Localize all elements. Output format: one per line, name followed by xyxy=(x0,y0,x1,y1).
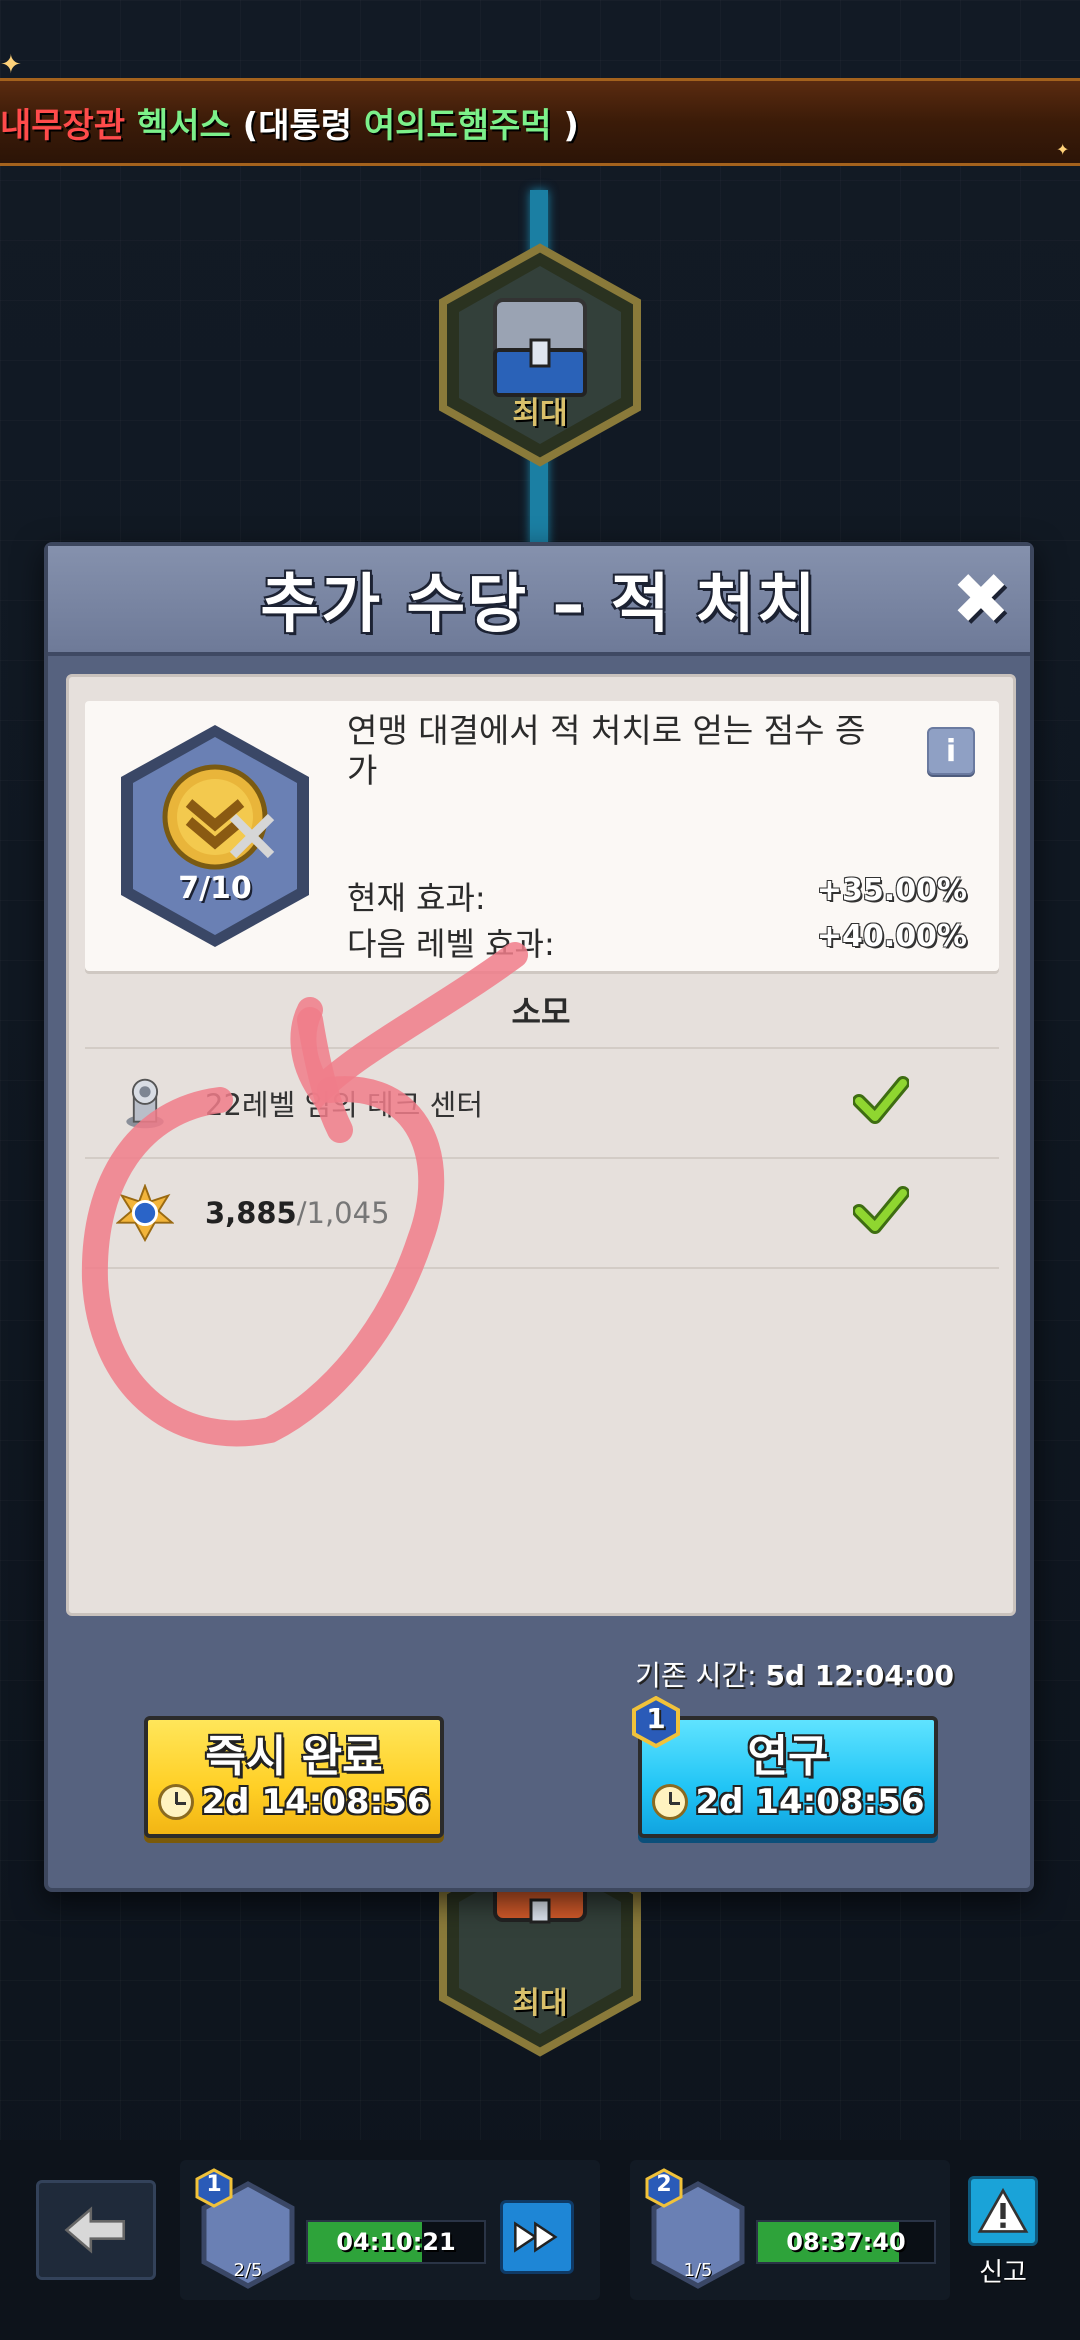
hexagon-icon xyxy=(439,243,641,467)
queue-progress: 04:10:21 xyxy=(306,2220,486,2264)
instant-complete-button[interactable]: 즉시 완료 2d 14:08:56 xyxy=(144,1716,444,1838)
queue-count: 2/5 xyxy=(233,2260,263,2281)
cost-section-title: 소모 xyxy=(511,993,571,1031)
sparkle-icon: ✦ xyxy=(0,50,22,80)
resource-need: /1,045 xyxy=(296,1196,390,1230)
queue-number: 2 xyxy=(656,2172,672,2197)
game-screen: 내무장관 헥서스 (대통령 여의도햄주먹 ) ✦ ✦ 최대 최대 추가 수당 –… xyxy=(0,0,1080,2340)
resource-have: 3,885 xyxy=(205,1196,297,1230)
base-time: 기존 시간: 5d 12:04:00 xyxy=(635,1654,954,1694)
banner-text: 내무장관 헥서스 (대통령 여의도햄주먹 ) xyxy=(0,98,579,147)
bottom-bar: 1 2/5 04:10:21 2 1/5 08:37:40 신고 xyxy=(0,2140,1080,2340)
queue-number: 1 xyxy=(206,2172,222,2197)
back-arrow-icon xyxy=(64,2206,126,2254)
requirement-resource: 3,885/1,045 xyxy=(205,1196,390,1230)
report-button[interactable]: 신고 xyxy=(958,2176,1048,2296)
research-badge xyxy=(115,721,315,951)
queue-number-badge: 2 xyxy=(644,2168,684,2208)
research-info-card: 7/10 연맹 대결에서 적 처치로 얻는 점수 증가 i 현재 효과: +35… xyxy=(85,701,999,971)
requirement-row: 22레벨 임의 테크 센터 xyxy=(85,1049,999,1157)
close-icon: ✖ xyxy=(951,558,1011,640)
dialog-content: 7/10 연맹 대결에서 적 처치로 얻는 점수 증가 i 현재 효과: +35… xyxy=(66,674,1016,1616)
tech-node-top[interactable]: 최대 xyxy=(425,240,655,470)
clock-icon xyxy=(651,1784,688,1820)
tech-center-icon xyxy=(115,1073,175,1133)
next-effect-value: +40.00% xyxy=(816,919,967,954)
info-button[interactable]: i xyxy=(927,727,975,775)
banner-president-name: 여의도햄주먹 xyxy=(363,105,552,146)
base-time-value: 5d 12:04:00 xyxy=(765,1659,954,1692)
banner-open-paren: (대통령 xyxy=(242,105,353,146)
node-max-label: 최대 xyxy=(512,396,568,431)
dialog-header: 추가 수당 – 적 처치 ✖ xyxy=(48,546,1030,656)
instant-complete-time: 2d 14:08:56 xyxy=(157,1782,431,1822)
research-queue-2[interactable]: 2 1/5 08:37:40 xyxy=(630,2160,950,2300)
next-effect-label: 다음 레벨 효과: xyxy=(347,925,555,963)
research-dialog: 추가 수당 – 적 처치 ✖ 7/10 연맹 대결에서 적 처치로 얻는 점수 … xyxy=(44,542,1034,1892)
research-description: 연맹 대결에서 적 처치로 얻는 점수 증가 xyxy=(347,711,866,790)
banner-role: 내무장관 xyxy=(0,105,126,146)
next-effect-row: 다음 레벨 효과: +40.00% xyxy=(347,919,967,965)
divider xyxy=(85,1267,999,1269)
research-queue-1[interactable]: 1 2/5 04:10:21 xyxy=(180,2160,600,2300)
current-effect-row: 현재 효과: +35.00% xyxy=(347,873,967,919)
close-button[interactable]: ✖ xyxy=(950,564,1012,634)
sparkle-icon: ✦ xyxy=(1056,140,1070,159)
info-icon: i xyxy=(945,733,957,769)
current-effect-value: +35.00% xyxy=(816,873,967,908)
kill-bonus-icon xyxy=(121,725,309,947)
queue-progress: 08:37:40 xyxy=(756,2220,936,2264)
requirement-row: 3,885/1,045 xyxy=(85,1159,999,1267)
check-icon xyxy=(853,1076,909,1124)
instant-time-value: 2d 14:08:56 xyxy=(201,1782,431,1822)
check-icon xyxy=(853,1186,909,1234)
speed-up-button[interactable] xyxy=(500,2200,574,2274)
instant-complete-label: 즉시 완료 xyxy=(205,1731,383,1782)
warning-icon xyxy=(968,2176,1038,2246)
research-time-value: 2d 14:08:56 xyxy=(695,1782,925,1822)
clock-icon xyxy=(157,1784,194,1820)
research-level: 7/10 xyxy=(178,871,252,906)
research-label: 연구 xyxy=(747,1731,829,1782)
back-button[interactable] xyxy=(36,2180,156,2280)
banner-close-paren: ) xyxy=(563,105,579,146)
research-time: 2d 14:08:56 xyxy=(651,1782,925,1822)
base-time-label: 기존 시간: xyxy=(635,1659,757,1692)
queue-number: 1 xyxy=(646,1702,666,1735)
queue-number-badge: 1 xyxy=(630,1695,682,1749)
queue-time: 04:10:21 xyxy=(336,2228,456,2256)
queue-number-badge: 1 xyxy=(194,2168,234,2208)
research-button[interactable]: 연구 2d 14:08:56 xyxy=(638,1716,938,1838)
report-label: 신고 xyxy=(979,2258,1027,2288)
fast-forward-icon xyxy=(514,2221,558,2253)
requirement-text: 22레벨 임의 테크 센터 xyxy=(205,1088,483,1122)
dialog-title: 추가 수당 – 적 처치 xyxy=(260,568,818,642)
medal-icon xyxy=(115,1183,175,1243)
current-effect-label: 현재 효과: xyxy=(347,879,486,917)
queue-count: 1/5 xyxy=(683,2260,713,2281)
banner-name: 헥서스 xyxy=(136,105,231,146)
node-max-label: 최대 xyxy=(512,1986,568,2021)
announcement-banner: 내무장관 헥서스 (대통령 여의도햄주먹 ) xyxy=(0,78,1080,166)
queue-time: 08:37:40 xyxy=(786,2228,906,2256)
